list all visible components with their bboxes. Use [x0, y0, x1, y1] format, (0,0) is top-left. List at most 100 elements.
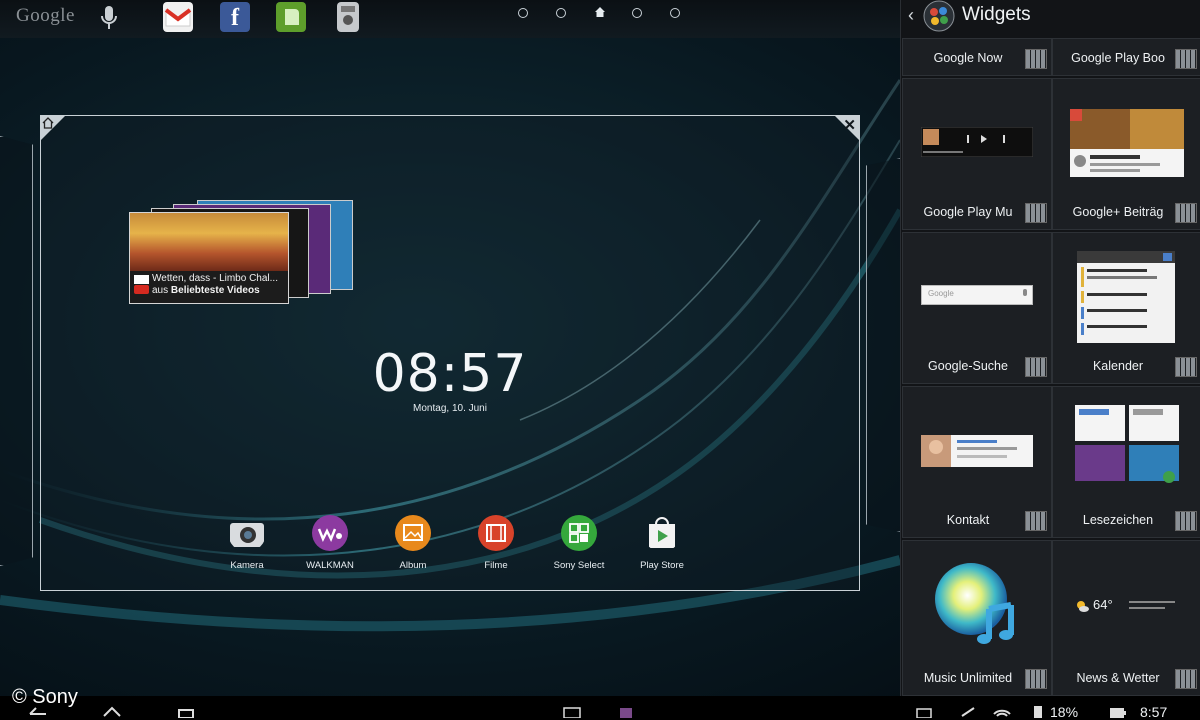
widget-size-icon — [1025, 49, 1047, 69]
widget-music-unlimited[interactable]: Music Unlimited — [902, 540, 1052, 696]
widgets-panel: ‹ Widgets Google Now Google Play Boo Goo… — [900, 0, 1200, 696]
sun-cloud-icon — [1077, 601, 1089, 612]
dock-label: WALKMAN — [306, 560, 354, 571]
google-search-logo[interactable]: Google — [16, 5, 75, 27]
home-screen-preview[interactable]: ✕ Wetten, dass - Limbo Chal... aus Belie… — [40, 115, 860, 591]
widget-label: Google+ Beiträg — [1072, 205, 1164, 219]
clock-date: Montag, 10. Juni — [413, 403, 487, 414]
dock-app-kamera[interactable]: Kamera — [211, 514, 283, 571]
widget-label: Kalender — [1092, 359, 1144, 373]
settings-app-icon[interactable] — [337, 2, 359, 32]
system-navigation-bar: 18% 8:57 — [0, 696, 1200, 720]
widget-contact[interactable]: Kontakt — [902, 386, 1052, 538]
usb-icon — [961, 707, 975, 717]
top-bar: Google f — [0, 0, 900, 38]
page-dot[interactable] — [518, 8, 528, 18]
video-channel: Beliebteste Videos — [170, 285, 260, 296]
dock-app-sony-select[interactable]: Sony Select — [543, 514, 615, 571]
widget-label: Lesezeichen — [1082, 513, 1154, 527]
widget-google-search[interactable]: Google Google-Suche — [902, 232, 1052, 384]
screenshot-icon[interactable] — [914, 706, 934, 718]
widget-calendar[interactable]: Kalender — [1052, 232, 1200, 384]
widget-size-icon — [1175, 49, 1197, 69]
page-dot[interactable] — [556, 8, 566, 18]
recent-apps-icon[interactable] — [176, 706, 196, 718]
youtube-card-front[interactable]: Wetten, dass - Limbo Chal... aus Beliebt… — [129, 212, 289, 304]
battery-charging-icon — [1034, 706, 1042, 718]
widget-google-plus-posts[interactable]: Google+ Beiträg — [1052, 78, 1200, 230]
microphone-icon — [1023, 289, 1027, 296]
widget-size-icon — [1025, 357, 1047, 377]
bookmarks-thumbnail — [1075, 405, 1179, 483]
widgets-header: ‹ Widgets — [901, 0, 1200, 34]
back-chevron-icon[interactable]: ‹ — [908, 5, 914, 26]
widget-size-icon — [1025, 203, 1047, 223]
page-dot[interactable] — [670, 8, 680, 18]
youtube-caption: Wetten, dass - Limbo Chal... aus Beliebt… — [152, 273, 286, 297]
previous-screen-preview[interactable] — [0, 136, 33, 566]
dock-app-walkman[interactable]: WALKMAN — [294, 514, 366, 571]
weather-temperature: 64° — [1093, 597, 1113, 612]
small-app-icon[interactable] — [562, 706, 582, 718]
home-icon[interactable] — [102, 706, 122, 718]
dock-label: Kamera — [230, 560, 264, 571]
widget-size-icon — [1025, 669, 1047, 689]
widget-label: Google Now — [933, 51, 1003, 65]
music-unlimited-icon — [935, 563, 1014, 644]
google-search-placeholder: Google — [928, 289, 954, 298]
play-store-icon — [649, 517, 675, 548]
widget-google-play-music[interactable]: Google Play Mu — [902, 78, 1052, 230]
home-page-icon[interactable] — [594, 6, 606, 18]
calendar-thumbnail — [1077, 251, 1175, 343]
widgets-title: Widgets — [962, 4, 1031, 25]
weather-thumbnail: 64° — [1073, 597, 1179, 615]
video-title: Wetten, dass - Limbo Chal... — [152, 273, 278, 284]
widgets-logo-icon — [923, 0, 955, 32]
copyright-watermark: © Sony — [12, 686, 78, 708]
widget-google-now[interactable]: Google Now — [902, 38, 1052, 76]
weather-text-line — [1129, 607, 1165, 609]
dock-app-album[interactable]: Album — [377, 514, 449, 571]
microphone-icon[interactable] — [100, 4, 118, 32]
page-dot[interactable] — [632, 8, 642, 18]
dock-app-play-store[interactable]: Play Store — [626, 514, 698, 571]
widget-size-icon — [1025, 511, 1047, 531]
widget-google-play-books[interactable]: Google Play Boo — [1052, 38, 1200, 76]
widget-label: Kontakt — [946, 513, 990, 527]
widget-bookmarks[interactable]: Lesezeichen — [1052, 386, 1200, 538]
widget-news-weather[interactable]: 64° News & Wetter — [1052, 540, 1200, 696]
page-indicator — [518, 6, 688, 20]
clock-time: 08:57 — [372, 344, 528, 404]
widget-size-icon — [1175, 203, 1197, 223]
walkman-icon — [312, 515, 348, 551]
album-icon — [395, 515, 431, 551]
gmail-icon[interactable] — [163, 2, 193, 32]
dock-label: Sony Select — [553, 560, 605, 571]
dock-label: Album — [399, 560, 427, 571]
widget-label: Music Unlimited — [923, 671, 1013, 685]
widget-size-icon — [1175, 669, 1197, 689]
close-icon[interactable]: ✕ — [843, 116, 856, 134]
sony-select-icon — [561, 515, 597, 551]
small-app-icon[interactable] — [616, 706, 636, 718]
home-icon[interactable] — [42, 117, 54, 129]
weather-text-line — [1129, 601, 1175, 603]
music-player-thumbnail — [921, 127, 1033, 157]
next-screen-preview[interactable] — [866, 158, 901, 532]
battery-icon — [1110, 708, 1126, 718]
video-source-prefix: aus — [152, 285, 169, 296]
dock-app-filme[interactable]: Filme — [460, 514, 532, 571]
dock-label: Filme — [484, 560, 508, 571]
youtube-widget[interactable]: Wetten, dass - Limbo Chal... aus Beliebt… — [129, 200, 357, 306]
battery-percentage: 18% — [1050, 704, 1079, 720]
widget-size-icon — [1175, 357, 1197, 377]
wifi-icon — [993, 709, 1011, 717]
dock-label: Play Store — [640, 560, 684, 571]
evernote-icon[interactable] — [276, 2, 306, 32]
movies-icon — [478, 515, 514, 551]
google-plus-thumbnail — [1070, 109, 1184, 177]
facebook-icon[interactable]: f — [220, 2, 250, 32]
app-dock: Kamera WALKMAN Album Filme Sony Select P… — [211, 514, 691, 578]
widget-label: Google Play Mu — [923, 205, 1013, 219]
video-thumbnail — [130, 213, 288, 271]
